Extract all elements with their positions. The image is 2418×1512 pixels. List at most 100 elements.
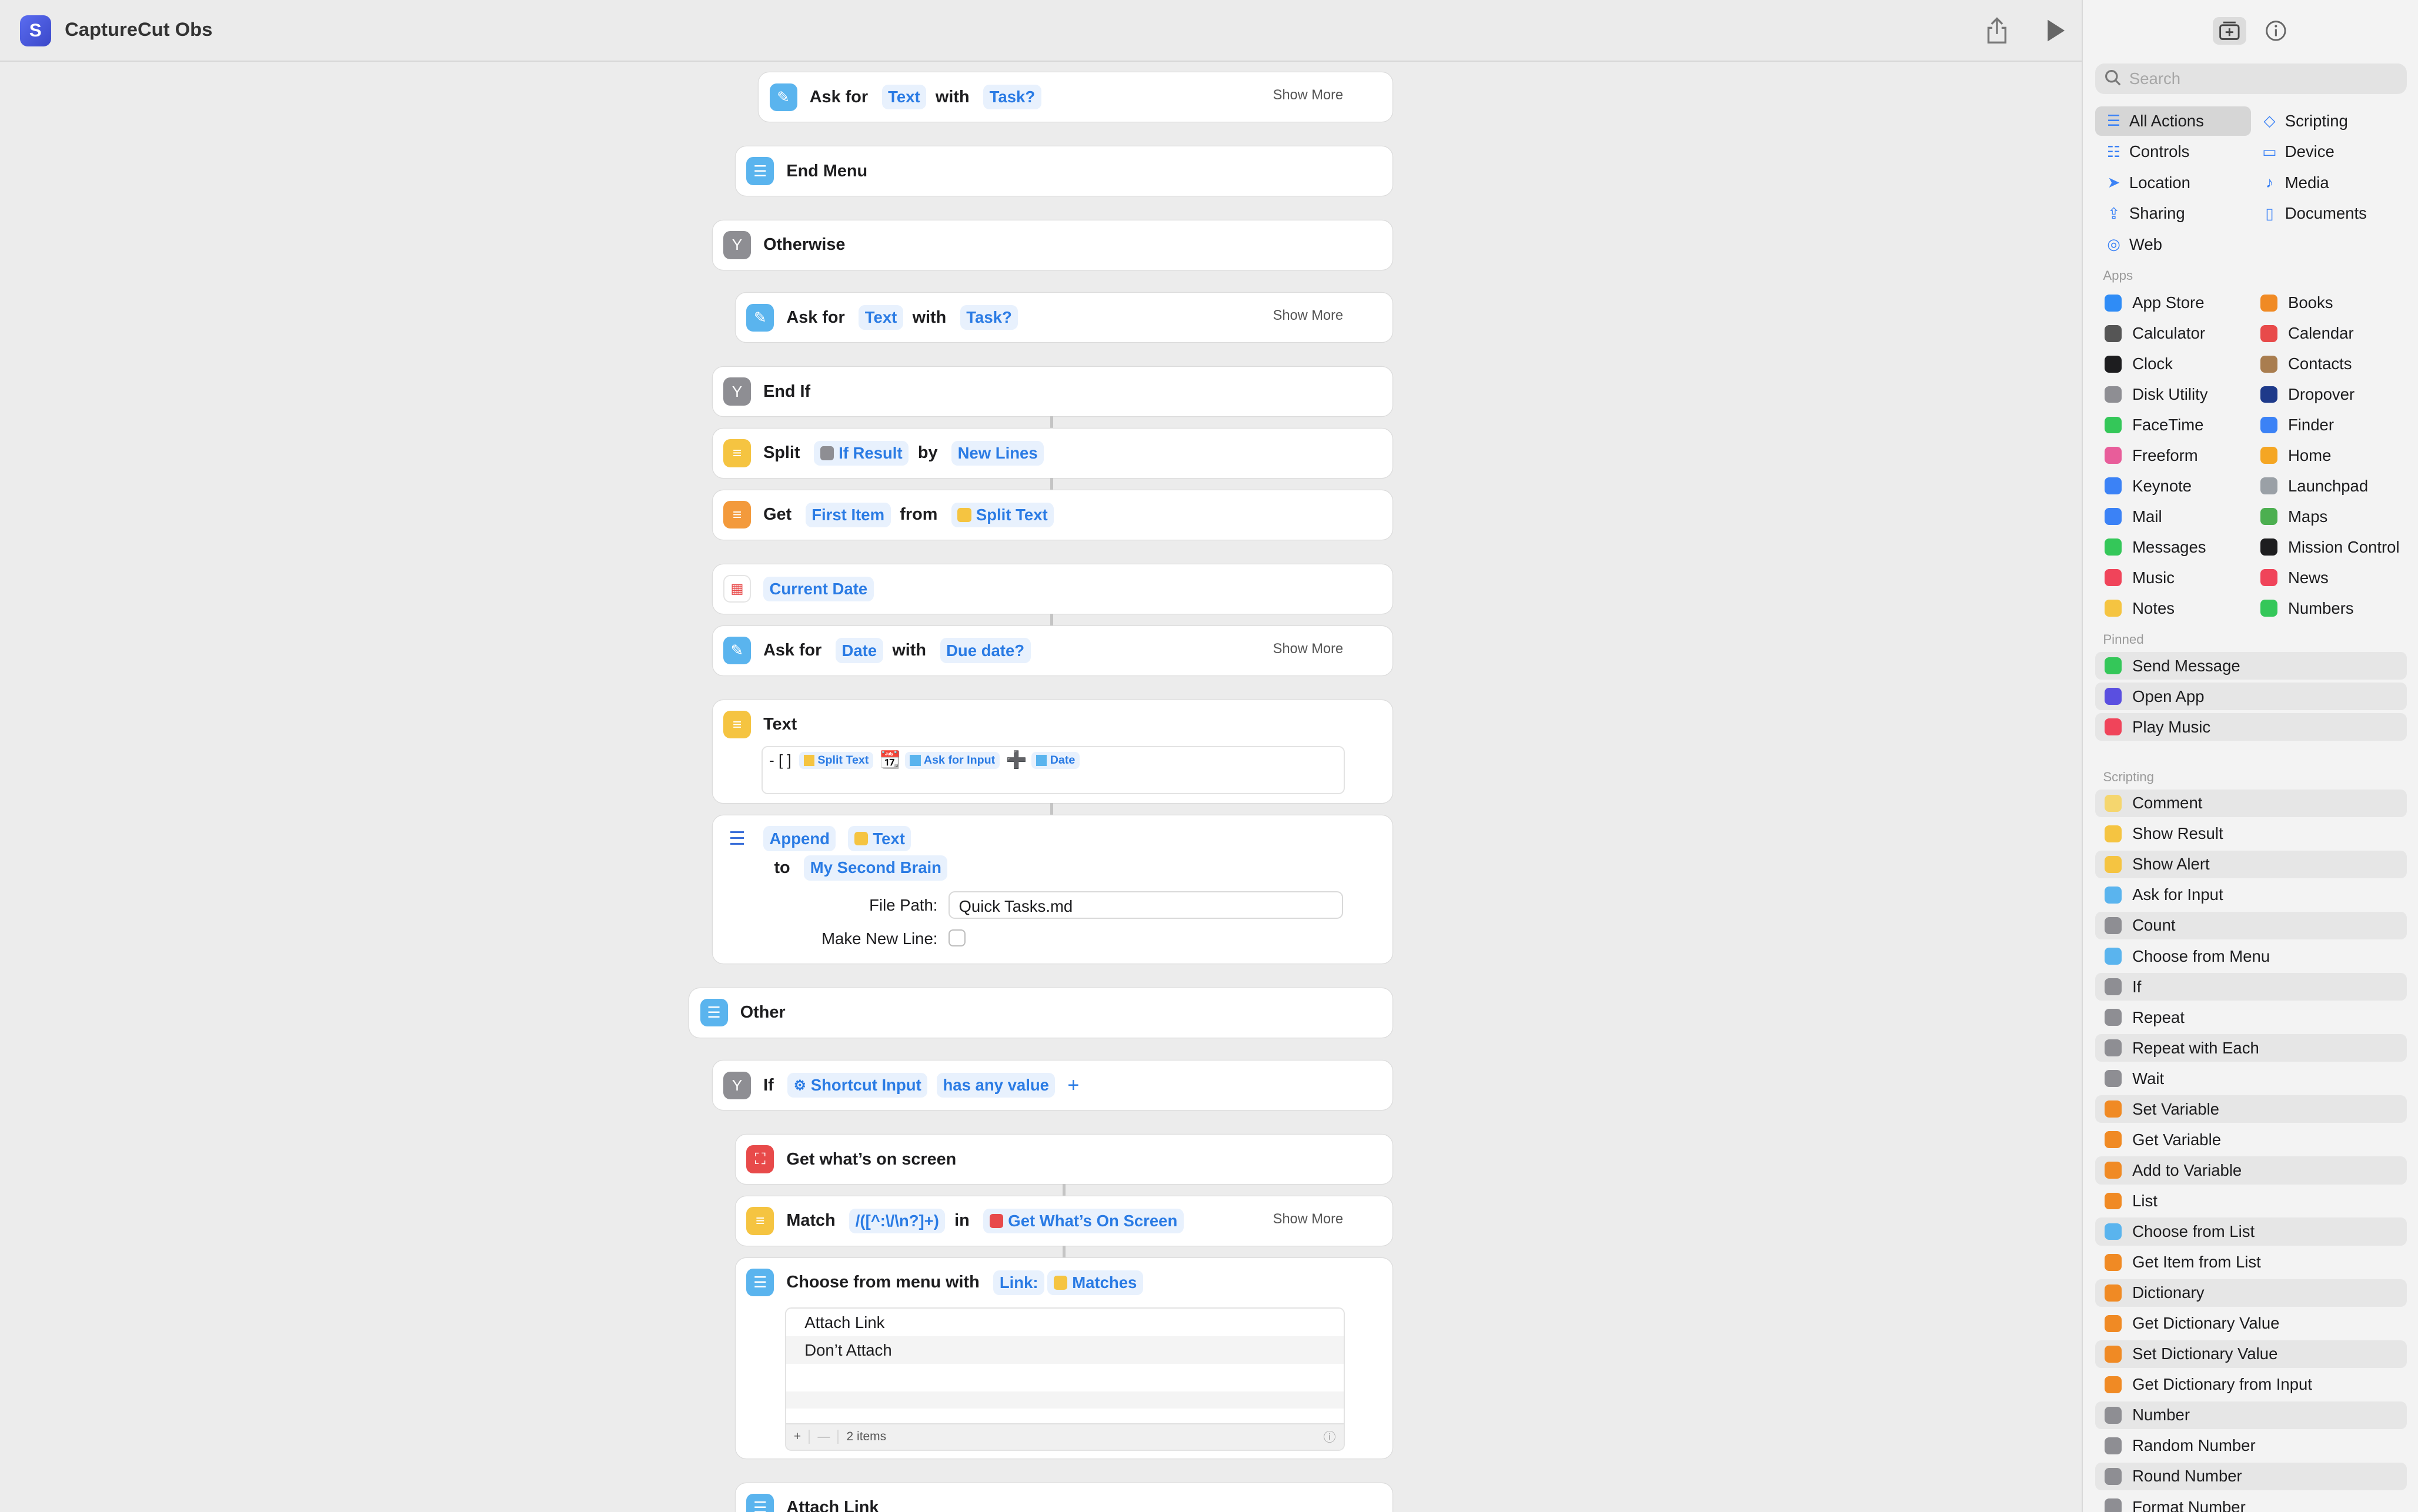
source-token[interactable]: Get What’s On Screen: [983, 1208, 1184, 1234]
action-dictionary[interactable]: Dictionary: [2095, 1279, 2407, 1307]
show-more-button[interactable]: Show More: [1273, 641, 1343, 657]
app-calculator[interactable]: Calculator: [2095, 319, 2249, 348]
action-repeat-with-each[interactable]: Repeat with Each: [2095, 1034, 2407, 1062]
prompt-token[interactable]: Due date?: [940, 638, 1031, 663]
text-body-field[interactable]: - [ ] Split Text 📆 Ask for Input ➕ Date: [762, 746, 1345, 794]
add-condition-icon[interactable]: +: [1067, 1074, 1079, 1097]
prompt-token[interactable]: Task?: [960, 305, 1018, 330]
app-mission-control[interactable]: Mission Control: [2251, 533, 2405, 562]
remove-item-icon[interactable]: —: [810, 1430, 839, 1444]
action-split-text[interactable]: ≡ Split If Result by New Lines: [712, 429, 1393, 478]
action-text[interactable]: ≡ Text - [ ] Split Text 📆 Ask for Input …: [712, 700, 1393, 804]
action-menu-item-attach-link[interactable]: ☰ Attach Link: [735, 1483, 1393, 1512]
prompt-token[interactable]: Task?: [983, 84, 1041, 110]
pattern-token[interactable]: /([^:\/\n?]+): [849, 1208, 946, 1234]
menu-item-attach-link[interactable]: Attach Link: [786, 1309, 1344, 1336]
type-token[interactable]: Text: [881, 84, 927, 110]
prompt-token[interactable]: Matches: [1047, 1270, 1143, 1296]
action-list[interactable]: List: [2095, 1187, 2407, 1215]
show-more-button[interactable]: Show More: [1273, 88, 1343, 103]
action-repeat[interactable]: Repeat: [2095, 1003, 2407, 1031]
action-get-whats-on-screen[interactable]: ⛶ Get what’s on screen: [735, 1135, 1393, 1184]
action-choose-from-menu[interactable]: Choose from Menu: [2095, 942, 2407, 970]
type-token[interactable]: Date: [835, 638, 883, 663]
split-text-token[interactable]: Split Text: [799, 752, 874, 769]
app-messages[interactable]: Messages: [2095, 533, 2249, 562]
app-contacts[interactable]: Contacts: [2251, 349, 2405, 379]
type-token[interactable]: Text: [859, 305, 903, 330]
category-location[interactable]: ➤ Location: [2095, 168, 2251, 198]
action-round-number[interactable]: Round Number: [2095, 1462, 2407, 1491]
app-launchpad[interactable]: Launchpad: [2251, 471, 2405, 501]
category-device[interactable]: ▭ Device: [2251, 137, 2407, 166]
current-date-token[interactable]: Current Date: [763, 576, 874, 601]
app-numbers[interactable]: Numbers: [2251, 594, 2405, 623]
action-count[interactable]: Count: [2095, 911, 2407, 940]
category-media[interactable]: ♪ Media: [2251, 168, 2407, 198]
date-token[interactable]: Date: [1031, 752, 1080, 769]
app-disk-utility[interactable]: Disk Utility: [2095, 380, 2249, 409]
condition-token[interactable]: has any value: [936, 1072, 1056, 1098]
app-calendar[interactable]: Calendar: [2251, 319, 2405, 348]
action-ask-for-text[interactable]: ✎ Ask for Text with Task? Show More: [759, 72, 1393, 122]
separator-token[interactable]: New Lines: [951, 440, 1044, 466]
app-books[interactable]: Books: [2251, 288, 2405, 317]
app-dropover[interactable]: Dropover: [2251, 380, 2405, 409]
action-ask-for-input[interactable]: Ask for Input: [2095, 881, 2407, 909]
action-get-variable[interactable]: Get Variable: [2095, 1126, 2407, 1153]
app-home[interactable]: Home: [2251, 441, 2405, 470]
category-documents[interactable]: ▯ Documents: [2251, 199, 2407, 228]
pinned-play-music[interactable]: Play Music: [2095, 713, 2407, 741]
action-get-dictionary-from-input[interactable]: Get Dictionary from Input: [2095, 1371, 2407, 1399]
app-notes[interactable]: Notes: [2095, 594, 2249, 623]
file-path-input[interactable]: Quick Tasks.md: [948, 891, 1344, 919]
action-ask-for-text[interactable]: ✎ Ask for Text with Task? Show More: [735, 293, 1393, 343]
make-new-line-checkbox[interactable]: [948, 929, 966, 947]
action-set-variable[interactable]: Set Variable: [2095, 1095, 2407, 1123]
action-get-item-from-list[interactable]: Get Item from List: [2095, 1248, 2407, 1276]
action-append-to-note[interactable]: ☰ Append Text to My Second Brain File Pa…: [712, 815, 1393, 964]
category-web[interactable]: ◎ Web: [2095, 230, 2251, 259]
show-more-button[interactable]: Show More: [1273, 1212, 1343, 1227]
action-show-result[interactable]: Show Result: [2095, 820, 2407, 848]
app-maps[interactable]: Maps: [2251, 502, 2405, 531]
pinned-send-message[interactable]: Send Message: [2095, 652, 2407, 680]
action-if[interactable]: If: [2095, 972, 2407, 1001]
action-choose-from-menu[interactable]: ☰ Choose from menu with Link: Matches At…: [735, 1257, 1393, 1459]
action-number[interactable]: Number: [2095, 1401, 2407, 1429]
destination-token[interactable]: My Second Brain: [804, 855, 948, 881]
action-set-dictionary-value[interactable]: Set Dictionary Value: [2095, 1340, 2407, 1368]
input-token[interactable]: If Result: [814, 440, 909, 466]
source-token[interactable]: Split Text: [951, 502, 1054, 528]
action-end-if[interactable]: Y End If: [712, 367, 1393, 417]
app-mail[interactable]: Mail: [2095, 502, 2249, 531]
action-get-item-from-list[interactable]: ≡ Get First Item from Split Text: [712, 490, 1393, 540]
app-keynote[interactable]: Keynote: [2095, 471, 2249, 501]
category-all-actions[interactable]: ☰ All Actions: [2095, 106, 2252, 136]
search-input[interactable]: Search: [2095, 63, 2407, 94]
action-menu-item-other[interactable]: ☰ Other: [689, 988, 1393, 1038]
category-sharing[interactable]: ⇪ Sharing: [2095, 199, 2251, 228]
share-icon[interactable]: [1985, 17, 2009, 45]
action-otherwise[interactable]: Y Otherwise: [712, 220, 1393, 270]
show-more-button[interactable]: Show More: [1273, 308, 1343, 324]
ask-input-token[interactable]: Ask for Input: [905, 752, 1000, 769]
info-icon[interactable]: [2262, 17, 2289, 45]
action-wait[interactable]: Wait: [2095, 1065, 2407, 1092]
category-scripting[interactable]: ◇ Scripting: [2251, 106, 2407, 136]
app-news[interactable]: News: [2251, 563, 2405, 593]
action-end-menu[interactable]: ☰ End Menu: [735, 146, 1393, 196]
add-item-icon[interactable]: +: [786, 1430, 810, 1444]
action-choose-from-list[interactable]: Choose from List: [2095, 1217, 2407, 1246]
app-facetime[interactable]: FaceTime: [2095, 410, 2249, 440]
action-match-text[interactable]: ≡ Match /([^:\/\n?]+) in Get What’s On S…: [735, 1196, 1393, 1246]
run-play-icon[interactable]: [2045, 18, 2066, 43]
action-show-alert[interactable]: Show Alert: [2095, 850, 2407, 878]
action-current-date[interactable]: ▦ Current Date: [712, 564, 1393, 614]
action-ask-for-date[interactable]: ✎ Ask for Date with Due date? Show More: [712, 625, 1393, 675]
app-finder[interactable]: Finder: [2251, 410, 2405, 440]
library-icon[interactable]: [2212, 16, 2247, 45]
app-app-store[interactable]: App Store: [2095, 288, 2249, 317]
action-if[interactable]: Y If ⚙ Shortcut Input has any value +: [712, 1061, 1393, 1110]
app-freeform[interactable]: Freeform: [2095, 441, 2249, 470]
